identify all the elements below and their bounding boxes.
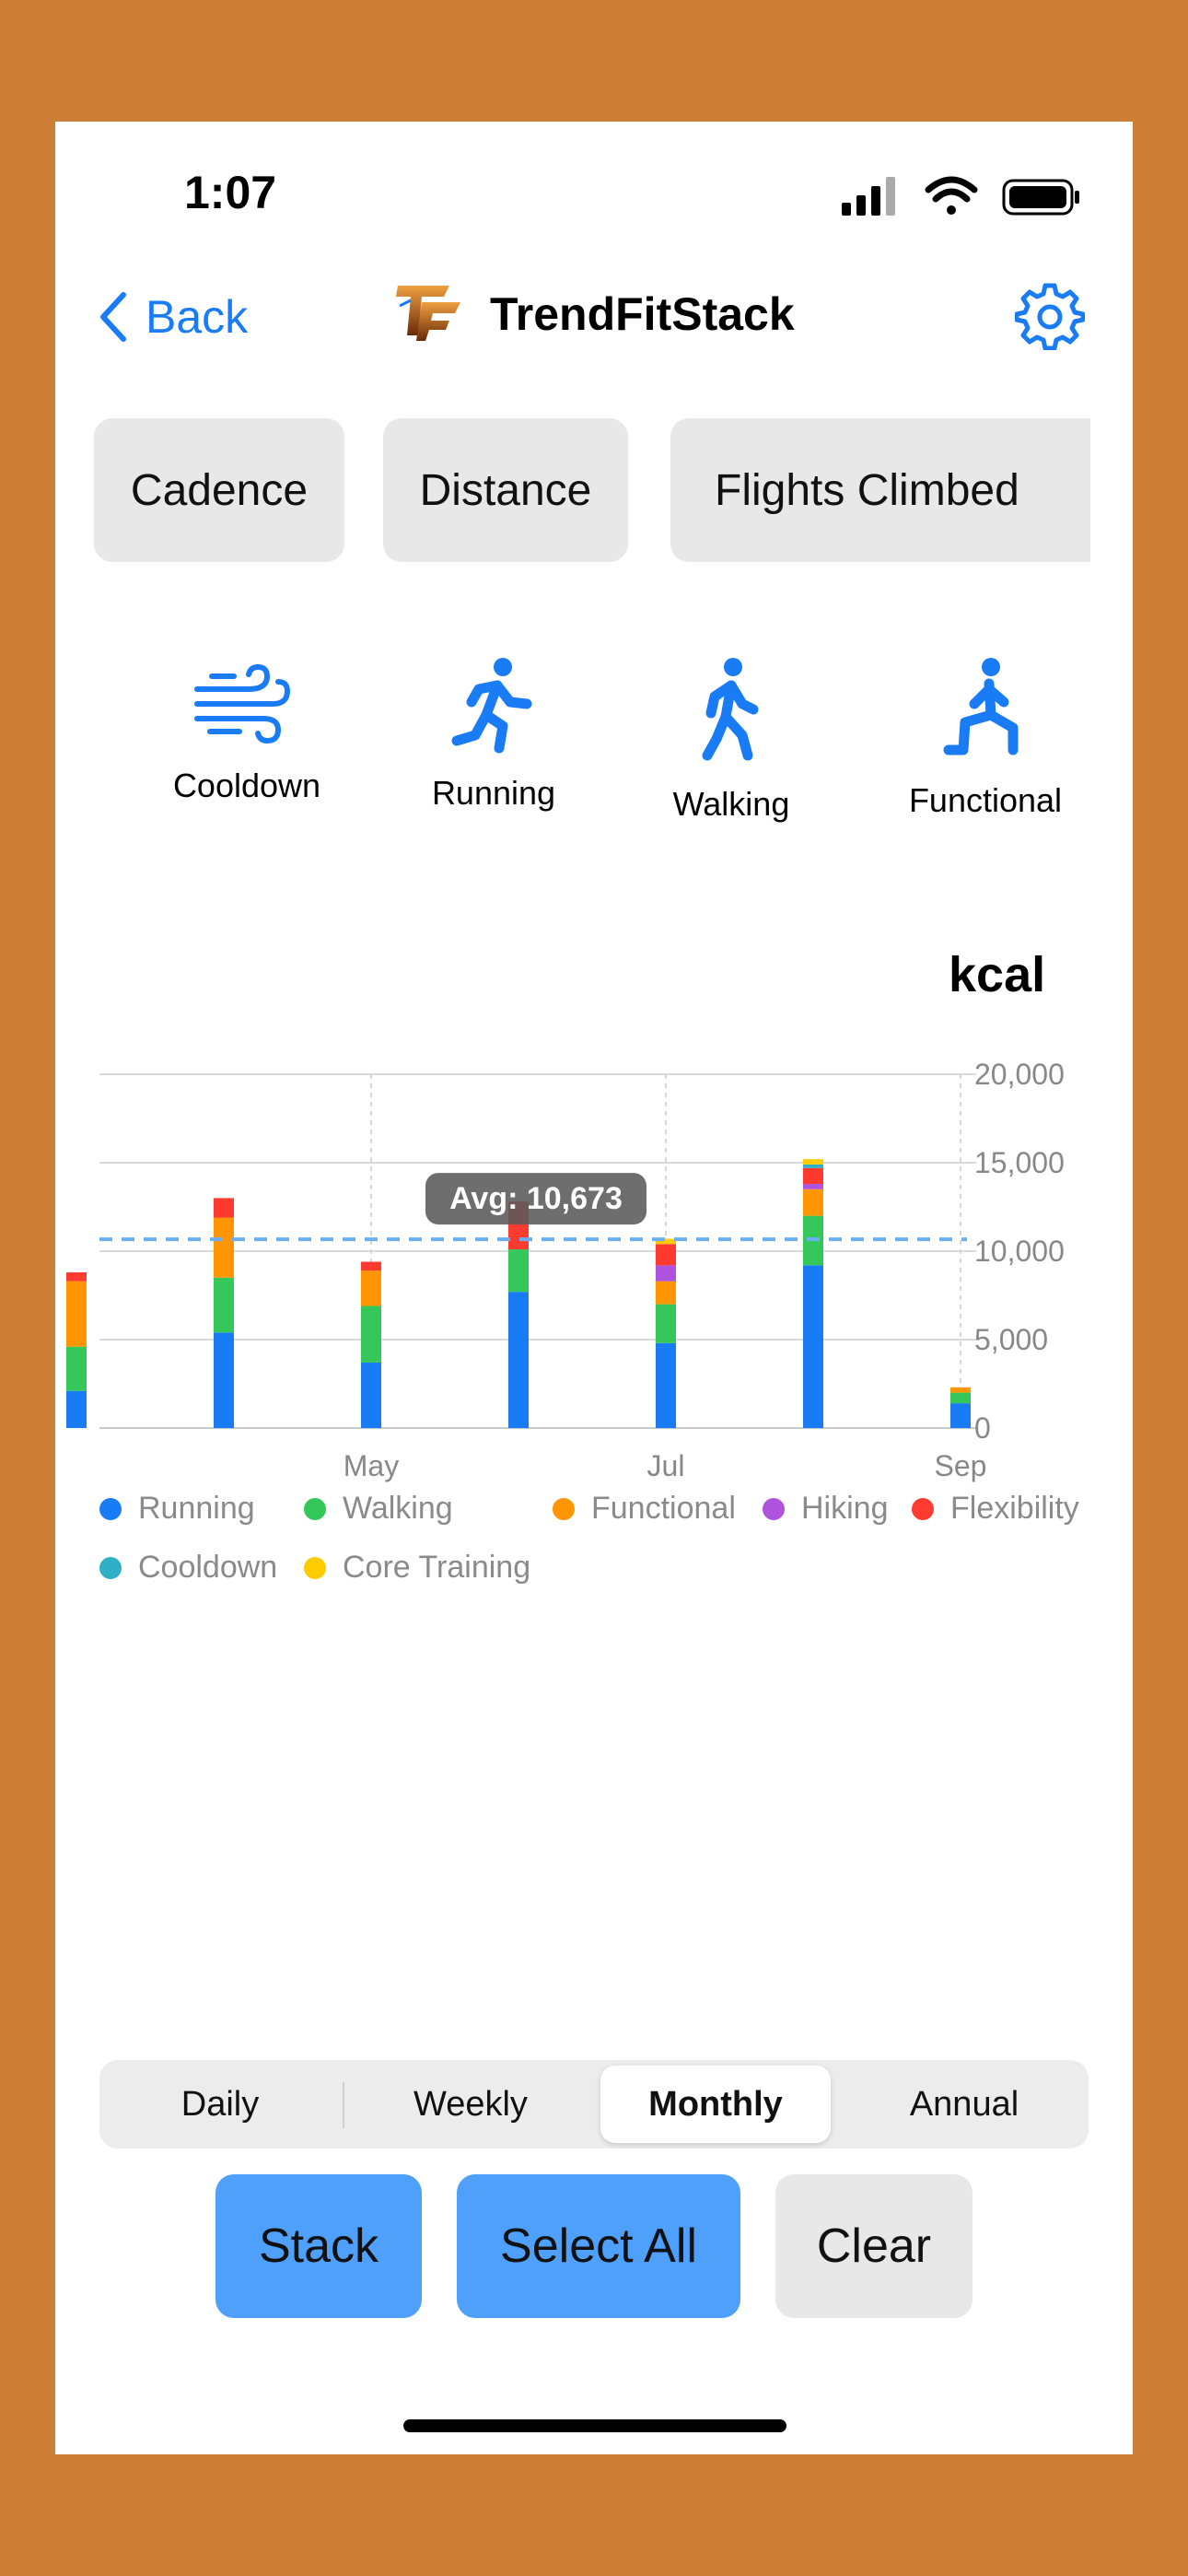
stacked-bar-chart[interactable]: Avg: 10,673 0 5,000 10,000 15,000 20,000 May J… bbox=[55, 1043, 1133, 1614]
activity-label: Cooldown bbox=[172, 767, 321, 804]
bar-segment-functional bbox=[66, 1281, 87, 1347]
wind-icon bbox=[194, 663, 291, 744]
average-label: Avg: 10,673 bbox=[449, 1181, 623, 1216]
running-figure-icon bbox=[451, 658, 532, 754]
legend-label: Running bbox=[138, 1491, 255, 1526]
legend-item-walking[interactable]: Walking bbox=[304, 1491, 453, 1527]
bar-segment-running bbox=[361, 1362, 381, 1428]
home-indicator bbox=[403, 2419, 786, 2432]
activity-functional[interactable]: Functional bbox=[884, 656, 1087, 840]
legend-dot bbox=[553, 1497, 575, 1520]
select-all-button[interactable]: Select All bbox=[457, 2174, 740, 2318]
legend-item-cooldown[interactable]: Cooldown bbox=[99, 1550, 277, 1586]
bar-segment-core-training bbox=[803, 1159, 823, 1165]
y-tick-label: 15,000 bbox=[974, 1146, 1065, 1179]
x-tick-label: Jul bbox=[647, 1449, 685, 1482]
bar-segment-functional bbox=[950, 1387, 971, 1393]
metric-chip-row: Cadence Distance Flights Climbed bbox=[55, 122, 1090, 674]
legend-item-flexibility[interactable]: Flexibility bbox=[912, 1491, 1079, 1527]
activity-running[interactable]: Running bbox=[392, 656, 595, 840]
bar-segment-hiking bbox=[656, 1265, 676, 1282]
bar-segment-flexibility bbox=[656, 1244, 676, 1266]
chip-cadence[interactable]: Cadence bbox=[94, 418, 344, 562]
y-tick-label: 20,000 bbox=[974, 1058, 1065, 1091]
segment-monthly[interactable]: Monthly bbox=[600, 2066, 831, 2143]
chip-distance[interactable]: Distance bbox=[383, 418, 628, 562]
bar-segment-functional bbox=[656, 1281, 676, 1305]
bar-segment-walking bbox=[508, 1249, 529, 1293]
activity-cooldown[interactable]: Cooldown bbox=[146, 656, 348, 840]
period-segmented-control: Daily Weekly Monthly Annual bbox=[99, 2060, 1089, 2149]
legend-dot bbox=[99, 1556, 122, 1579]
bar-segment-running bbox=[656, 1342, 676, 1428]
bar-segment-walking bbox=[361, 1306, 381, 1363]
bar-segment-running bbox=[66, 1390, 87, 1428]
chart-unit-label: kcal bbox=[949, 947, 1046, 1002]
legend-label: Walking bbox=[343, 1491, 453, 1526]
bar-segment-hiking bbox=[803, 1184, 823, 1189]
bar-segment-flexibility bbox=[66, 1272, 87, 1282]
segment-weekly[interactable]: Weekly bbox=[355, 2066, 586, 2143]
activity-label: Running bbox=[431, 774, 556, 812]
legend-dot bbox=[304, 1556, 326, 1579]
legend-label: Hiking bbox=[801, 1491, 889, 1526]
bar-segment-flexibility bbox=[214, 1198, 234, 1218]
activity-walking[interactable]: Walking bbox=[630, 656, 833, 840]
legend-label: Cooldown bbox=[138, 1550, 278, 1585]
activity-label: Walking bbox=[672, 785, 790, 823]
y-tick-label: 0 bbox=[974, 1411, 991, 1445]
lunge-figure-icon bbox=[943, 658, 1019, 755]
bar-segment-running bbox=[803, 1265, 823, 1428]
phone-screen: 1:07 Back TrendFitStack Cadence Distance… bbox=[55, 122, 1133, 2454]
segment-daily[interactable]: Daily bbox=[105, 2066, 335, 2143]
bar-segment-walking bbox=[656, 1304, 676, 1343]
legend-label: Functional bbox=[591, 1491, 736, 1526]
bar-segment-walking bbox=[950, 1392, 971, 1404]
legend-label: Flexibility bbox=[950, 1491, 1079, 1526]
segment-divider bbox=[343, 2082, 344, 2128]
bar-segment-flexibility bbox=[803, 1167, 823, 1185]
stack-button[interactable]: Stack bbox=[215, 2174, 422, 2318]
clear-button[interactable]: Clear bbox=[775, 2174, 973, 2318]
bar-segment-running bbox=[950, 1403, 971, 1428]
legend-item-running[interactable]: Running bbox=[99, 1491, 255, 1527]
legend-dot bbox=[763, 1497, 785, 1520]
activity-label: Functional bbox=[908, 781, 1063, 819]
bar-segment-cooldown bbox=[803, 1164, 823, 1168]
y-tick-label: 10,000 bbox=[974, 1235, 1065, 1268]
bar-segment-functional bbox=[361, 1270, 381, 1306]
bar-segment-walking bbox=[66, 1346, 87, 1391]
bar-segment-running bbox=[508, 1292, 529, 1428]
chip-flights-climbed[interactable]: Flights Climbed bbox=[670, 418, 1090, 562]
segment-annual[interactable]: Annual bbox=[845, 2066, 1083, 2143]
bar-segment-functional bbox=[803, 1188, 823, 1216]
legend-item-core-training[interactable]: Core Training bbox=[304, 1550, 530, 1586]
legend-label: Core Training bbox=[343, 1550, 531, 1585]
bar-segment-walking bbox=[214, 1277, 234, 1333]
x-tick-label: May bbox=[344, 1449, 399, 1482]
y-tick-label: 5,000 bbox=[974, 1323, 1048, 1356]
bar-segment-running bbox=[214, 1332, 234, 1428]
legend-item-hiking[interactable]: Hiking bbox=[763, 1491, 888, 1527]
walking-figure-icon bbox=[702, 658, 759, 761]
legend-dot bbox=[304, 1497, 326, 1520]
legend-dot bbox=[99, 1497, 122, 1520]
legend-dot bbox=[912, 1497, 934, 1520]
bar-segment-functional bbox=[214, 1217, 234, 1278]
x-tick-label: Sep bbox=[935, 1449, 987, 1482]
bar-segment-flexibility bbox=[361, 1261, 381, 1271]
legend-item-functional[interactable]: Functional bbox=[553, 1491, 736, 1527]
